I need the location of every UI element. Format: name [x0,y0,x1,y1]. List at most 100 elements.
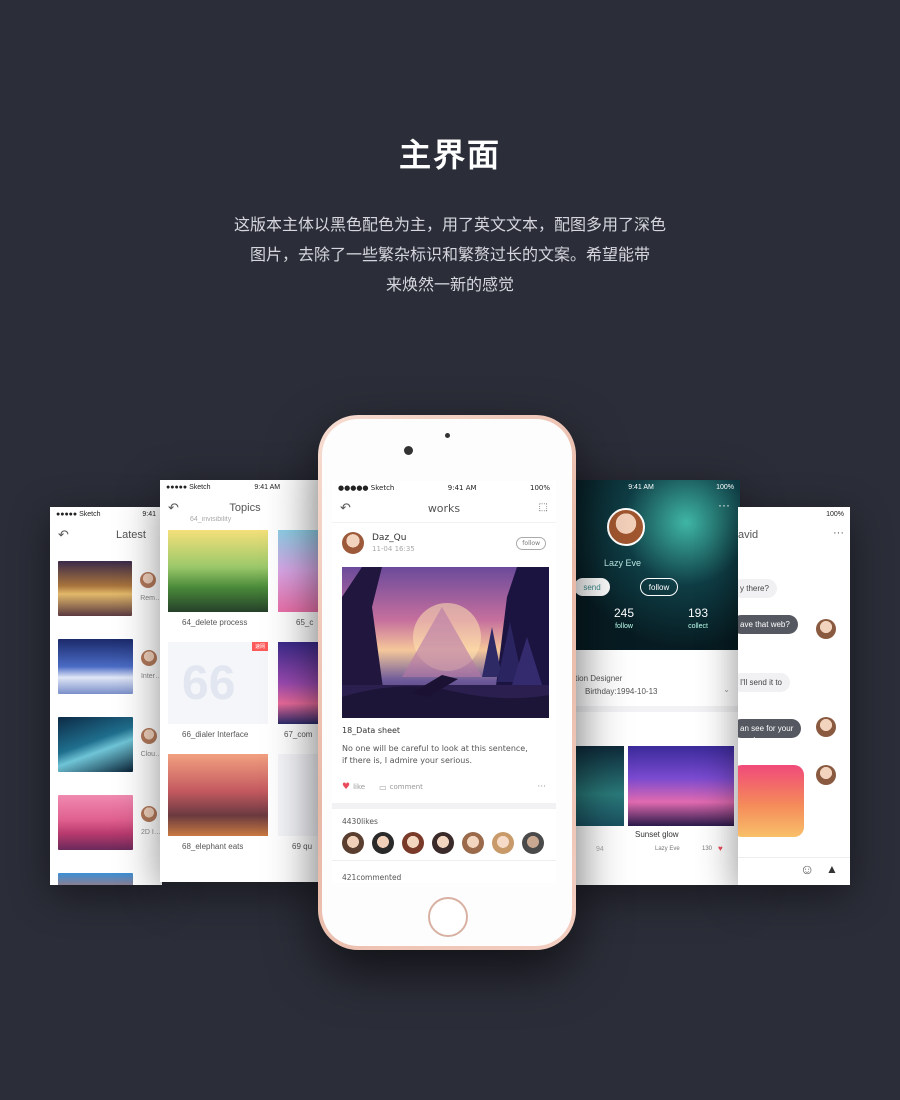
description: 这版本主体以黑色配色为主，用了英文文本，配图多用了深色 图片，去除了一些繁杂标识… [200,210,700,300]
thumbnail-image [58,872,133,885]
topic-card[interactable]: 68_elephant eats [168,754,268,866]
share-icon[interactable]: ⬚ [539,502,548,513]
list-item[interactable]: Clou… [50,705,162,783]
works-screen: ●●●●● Sketch 9:41 AM 100% ↶ works ⬚ Daz_… [332,481,556,883]
back-icon[interactable]: ↶ [168,500,179,516]
section-title: 5) [560,712,740,727]
thumbnail-image [58,560,133,616]
post-body-line: if there is, I admire your serious. [342,756,473,765]
status-bar: 100% [738,507,850,521]
description-line: 这版本主体以黑色配色为主，用了英文文本，配图多用了深色 [233,215,666,234]
chat-screen: 100% avid ··· y there? ave that web? I'l… [738,507,850,885]
emoji-icon[interactable]: ☺ [800,861,814,877]
topic-caption: 68_elephant eats [182,842,244,851]
camera [404,446,413,455]
topic-image [168,530,268,612]
work-likes: 130 [702,846,713,852]
birthday-row[interactable]: Birthday:1994-10-13 ⌄ [560,683,740,696]
topic-card[interactable]: 速网 66 66_dialer Interface [168,642,268,754]
post-title: 18_Data sheet [342,726,401,735]
follow-button[interactable]: follow [640,578,678,596]
home-button[interactable] [428,897,468,937]
work-image[interactable] [574,746,624,826]
list-item[interactable]: Inter… [50,627,162,705]
time-label: 9:41 [142,510,156,518]
avatar [816,717,836,737]
like-label[interactable]: like [353,783,365,791]
liker-avatar[interactable] [462,832,484,854]
more-icon[interactable]: ··· [537,782,546,792]
list-item[interactable]: 2D I… [50,783,162,861]
sensor [445,433,450,438]
follow-stat: 245 follow [614,606,634,630]
status-bar: 9:41 AM 100% [560,480,740,494]
profile-name: Lazy Eve [604,558,642,568]
chevron-down-icon[interactable]: ⌄ [723,685,730,694]
author-avatar[interactable] [342,532,364,554]
snippet: 2D I… [141,829,161,836]
topic-card[interactable]: 64_delete process [168,530,268,642]
send-icon[interactable]: ▲ [826,862,838,876]
topics-screen: ●●●●● Sketch 9:41 AM ↶ Topics 64_invisib… [160,480,330,882]
description-line: 来焕然一新的感觉 [385,275,514,294]
landscape-illustration [342,567,549,718]
list-item[interactable]: Rem… [50,549,162,627]
nav-bar: ↶ works ⬚ [332,495,556,523]
follow-label: follow [615,623,633,630]
page-title: 主界面 [398,136,501,174]
send-button[interactable]: send [574,578,610,596]
image-message[interactable] [738,765,804,837]
post-body-line: No one will be careful to look at this s… [342,744,528,753]
post-image[interactable] [342,567,549,718]
topic-badge: 速网 [251,642,268,651]
back-icon[interactable]: ↶ [58,527,69,543]
likers-row [332,832,556,854]
liker-avatar[interactable] [342,832,364,854]
time-label: 9:41 AM [254,483,281,491]
battery-label: 100% [826,510,844,518]
placeholder-number: 66 [182,657,236,710]
collect-stat: 193 collect [688,606,708,630]
description-line: 图片，去除了一些繁杂标识和繁赘过长的文案。希望能带 [249,245,650,264]
author-name[interactable]: Daz_Qu [372,533,415,543]
profile-header: 9:41 AM 100% ··· Lazy Eve send follow 24… [560,480,740,650]
work-image[interactable] [628,746,734,826]
profile-avatar [607,508,645,546]
heart-icon[interactable]: ♥ [342,782,350,792]
avatar [816,619,836,639]
back-icon[interactable]: ↶ [340,501,351,516]
list-item[interactable] [50,861,162,885]
comment-icon[interactable]: ▭ [379,783,387,792]
more-icon[interactable]: ··· [718,498,730,512]
topic-caption: 66_dialer Interface [182,730,249,739]
snippet: Inter… [140,673,162,680]
nav-bar: ↶ Topics [160,494,330,522]
author-row: Daz_Qu 11-04 16:35 follow [342,523,546,563]
more-icon[interactable]: ··· [833,527,844,539]
follow-button[interactable]: follow [516,536,546,550]
chat-title: avid [738,529,759,541]
carrier-label: ●●●●● Sketch [56,510,101,518]
status-bar: ●●●●● Sketch 9:41 AM 100% [332,481,556,495]
battery-label: 100% [716,483,734,491]
nav-title: Topics [229,502,261,514]
heart-icon[interactable]: ♥ [718,844,723,853]
follow-count: 245 [614,606,635,620]
birthday-label: Birthday:1994-10-13 [585,687,658,696]
comment-label[interactable]: comment [390,783,423,791]
topic-caption: 64_delete process [182,618,248,627]
topic-image: 速网 66 [168,642,268,724]
liker-avatar[interactable] [522,832,544,854]
avatar [816,765,836,785]
liker-avatar[interactable] [372,832,394,854]
phone-frame: ●●●●● Sketch 9:41 AM 100% ↶ works ⬚ Daz_… [318,415,576,950]
message-bubble: ery busy. [740,736,772,745]
collect-count: 193 [688,606,709,620]
topic-image [168,754,268,836]
liker-avatar[interactable] [432,832,454,854]
liker-avatar[interactable] [402,832,424,854]
profile-role: ration Designer [568,674,623,683]
liker-avatar[interactable] [492,832,514,854]
post-body: No one will be careful to look at this s… [342,743,546,767]
battery-label: 100% [529,484,550,492]
